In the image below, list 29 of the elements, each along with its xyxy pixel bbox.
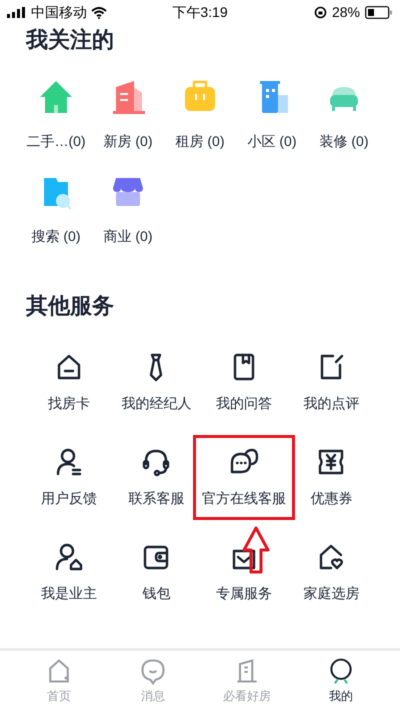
service-item[interactable]: 钱包 <box>113 541 200 604</box>
following-item[interactable]: 搜索 (0) <box>20 172 92 247</box>
following-item[interactable]: 小区 (0) <box>236 77 308 152</box>
following-item[interactable]: 商业 (0) <box>92 172 164 247</box>
wifi-icon <box>91 6 107 18</box>
service-item[interactable]: 找房卡 <box>26 351 112 414</box>
following-item[interactable]: 装修 (0) <box>308 77 380 152</box>
chat-bubble-icon <box>139 656 167 684</box>
service-item[interactable]: 用户反馈 <box>26 446 112 509</box>
section-title: 我关注的 <box>24 26 115 54</box>
following-item[interactable]: 新房 (0) <box>92 77 164 152</box>
service-item[interactable]: 官方在线客服 <box>192 435 295 520</box>
service-item[interactable]: 我的点评 <box>288 351 374 414</box>
tab[interactable]: 我的 <box>294 651 388 710</box>
service-item[interactable]: 我是业主 <box>26 541 112 604</box>
following-item[interactable]: 租房 (0) <box>164 77 236 152</box>
carrier-name: 中国移动 <box>31 3 87 22</box>
battery-icon <box>365 6 394 19</box>
service-item[interactable]: 我的经纪人 <box>113 351 200 414</box>
up-arrow <box>242 526 270 574</box>
section-title: 其他服务 <box>25 292 115 320</box>
clock: 下午3:19 <box>171 3 229 22</box>
service-item[interactable]: 我的问答 <box>200 351 287 414</box>
signal-icon <box>7 7 27 18</box>
following-item[interactable]: 二手…(0) <box>20 77 92 152</box>
service-item[interactable]: 专属服务 <box>200 541 287 604</box>
service-item[interactable]: 家庭选房 <box>288 541 374 604</box>
rotation-lock-icon <box>314 6 327 19</box>
battery-percent: 28% <box>332 3 360 22</box>
